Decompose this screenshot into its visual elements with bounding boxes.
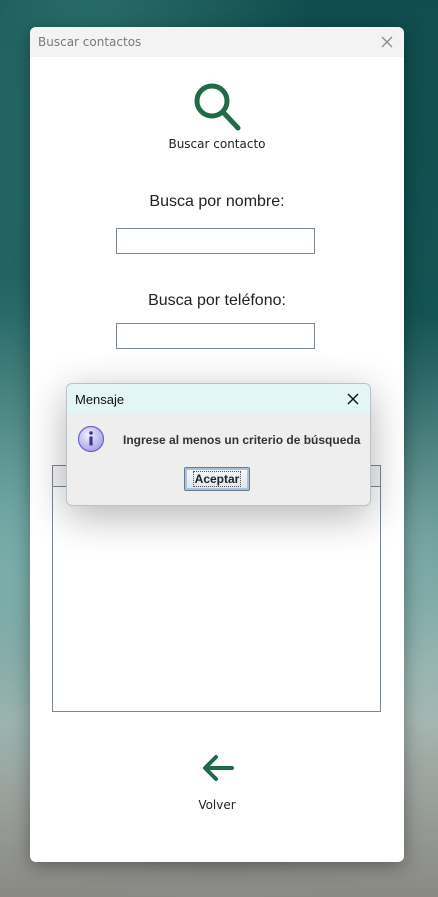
window-close-button[interactable] [376, 31, 398, 53]
search-icon [194, 83, 241, 131]
dialog-close-button[interactable] [344, 390, 362, 408]
ok-button-label: Aceptar [192, 471, 242, 487]
window-titlebar[interactable]: Buscar contactos [30, 27, 404, 57]
info-icon [77, 425, 105, 453]
header-label: Buscar contacto [168, 137, 266, 151]
message-dialog: Mensaje Ingrese al menos un criterio de … [66, 383, 371, 506]
close-icon [347, 393, 359, 405]
close-icon [381, 36, 393, 48]
dialog-title: Mensaje [75, 391, 125, 407]
back-button-label[interactable]: Volver [30, 798, 404, 812]
phone-search-label: Busca por teléfono: [148, 292, 286, 309]
arrow-left-icon[interactable] [202, 753, 234, 783]
dialog-titlebar[interactable]: Mensaje [67, 384, 370, 414]
name-search-label: Busca por nombre: [149, 193, 285, 210]
ok-button[interactable]: Aceptar [184, 467, 250, 491]
name-search-input[interactable] [116, 228, 315, 254]
window-title: Buscar contactos [38, 35, 142, 49]
phone-search-input[interactable] [116, 323, 315, 349]
dialog-message: Ingrese al menos un criterio de búsqueda [123, 433, 361, 447]
